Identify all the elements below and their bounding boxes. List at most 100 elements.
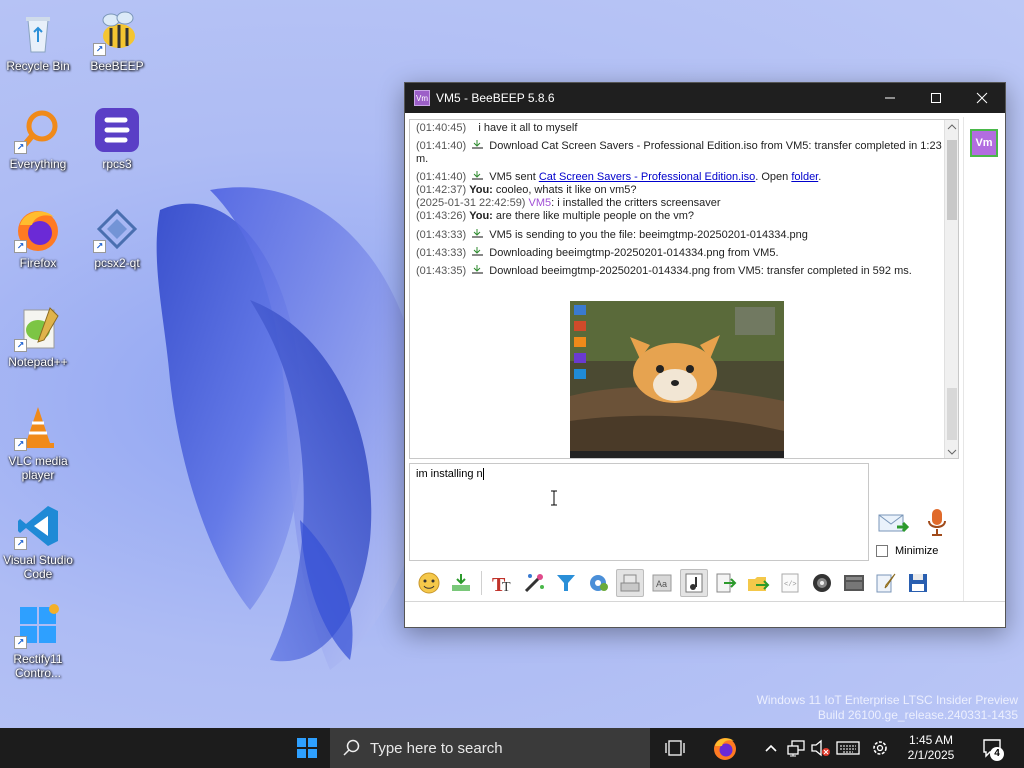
watermark-line: Windows 11 IoT Enterprise LTSC Insider P…: [756, 693, 1018, 707]
file-link[interactable]: Cat Screen Savers - Professional Edition…: [539, 171, 755, 183]
minimize-checkbox[interactable]: Minimize: [876, 545, 938, 557]
keyboard-tray-icon[interactable]: [834, 728, 862, 768]
task-view-button[interactable]: [656, 728, 694, 768]
send-file-button[interactable]: [447, 569, 475, 597]
folder-link[interactable]: folder: [791, 171, 818, 183]
vscode-icon: ↗: [14, 502, 62, 550]
film-icon: [844, 575, 864, 591]
message-text: .: [818, 171, 822, 183]
text-caret: [482, 468, 484, 481]
user-avatar[interactable]: Vm: [970, 129, 998, 157]
desktop-icon-vscode[interactable]: ↗ Visual Studio Code: [0, 502, 78, 581]
volume-tray-icon[interactable]: [808, 728, 834, 768]
buzz-button[interactable]: [680, 569, 708, 597]
scrollbar-track-segment: [947, 388, 957, 440]
message-sender: VM5: [528, 197, 552, 209]
search-placeholder: Type here to search: [370, 739, 503, 757]
maximize-button[interactable]: [913, 83, 959, 113]
message-timestamp: (01:41:40): [416, 171, 467, 183]
close-button[interactable]: [959, 83, 1005, 113]
title-bar[interactable]: Vm VM5 - BeeBEEP 5.8.6: [405, 83, 1005, 113]
send-mail-icon: [878, 514, 910, 533]
chat-history[interactable]: (01:40:45) i have it all to myself (01:4…: [409, 119, 959, 459]
desktop-icon-label: VLC media player: [8, 454, 68, 482]
screenshot-button[interactable]: [808, 569, 836, 597]
chat-message: (01:41:40) Download Cat Screen Savers - …: [410, 140, 958, 166]
desktop-icon-label: Everything: [9, 157, 67, 171]
start-button[interactable]: [287, 728, 327, 768]
scroll-up-icon[interactable]: [945, 121, 959, 133]
chevron-up-icon: [765, 744, 777, 752]
rpcs3-icon: [93, 106, 141, 154]
message-text: Download Cat Screen Savers - Professiona…: [416, 140, 942, 165]
desktop-icon-firefox[interactable]: ↗ Firefox: [0, 205, 78, 270]
desktop-icon-pcsx2[interactable]: ↗ pcsx2-qt: [77, 205, 157, 270]
save-disk-button[interactable]: [904, 569, 932, 597]
filter-button[interactable]: [552, 569, 580, 597]
received-image-preview[interactable]: [570, 301, 784, 458]
download-icon: [471, 265, 484, 275]
scroll-down-icon[interactable]: [945, 446, 959, 458]
minimize-button[interactable]: [867, 83, 913, 113]
send-button[interactable]: [877, 509, 911, 537]
network-tray-icon[interactable]: [784, 728, 808, 768]
settings-button[interactable]: [584, 569, 612, 597]
desktop-icon-label: pcsx2-qt: [94, 256, 140, 270]
floppy-disk-icon: [909, 574, 927, 592]
settings-tray-icon[interactable]: [866, 728, 894, 768]
desktop-icon-recycle-bin[interactable]: Recycle Bin: [0, 8, 78, 73]
music-note-icon: [685, 573, 703, 593]
minimize-icon: [885, 97, 895, 99]
message-text: : i installed the critters screensaver: [551, 197, 721, 209]
minimize-label: Minimize: [895, 545, 939, 557]
chat-message: (01:43:35) Download beeimgtmp-20250201-0…: [410, 265, 958, 278]
font-icon: TT: [492, 574, 511, 595]
chat-message: (2025-01-31 22:42:59) VM5: i installed t…: [410, 197, 958, 210]
desktop-icon-vlc[interactable]: ↗ VLC media player: [0, 403, 78, 482]
chat-scrollbar[interactable]: [944, 120, 958, 458]
taskbar-firefox-button[interactable]: [704, 728, 746, 768]
html-button[interactable]: </>: [776, 569, 804, 597]
os-watermark: Windows 11 IoT Enterprise LTSC Insider P…: [757, 693, 1018, 723]
font-color-button[interactable]: [520, 569, 548, 597]
message-text: i have it all to myself: [478, 122, 578, 134]
windows-logo-icon: [297, 738, 317, 758]
message-text: Downloading beeimgtmp-20250201-014334.pn…: [489, 247, 779, 259]
firefox-icon: [714, 738, 736, 760]
shortcut-arrow-icon: ↗: [14, 240, 27, 253]
voice-message-button[interactable]: [925, 507, 949, 537]
clear-chat-button[interactable]: Aa: [648, 569, 676, 597]
fox-image: [570, 301, 784, 458]
desktop-icon-notepadpp[interactable]: ↗ Notepad++: [0, 304, 78, 369]
desktop-icon-rectify11[interactable]: ↗ Rectify11 Contro...: [0, 601, 78, 680]
beebeep-chat-window[interactable]: Vm VM5 - BeeBEEP 5.8.6 (01:40:45) i have…: [404, 82, 1006, 628]
checkbox-box[interactable]: [876, 545, 888, 557]
emoticon-button[interactable]: [415, 569, 443, 597]
windows-logo-icon: ↗: [14, 601, 62, 649]
scrollbar-thumb[interactable]: [947, 140, 957, 220]
show-hidden-icons-button[interactable]: [760, 728, 782, 768]
desktop-icon-everything[interactable]: ↗ Everything: [0, 106, 78, 171]
gear-icon: [590, 575, 608, 591]
svg-text:</>: </>: [784, 581, 797, 589]
font-button[interactable]: TT: [488, 569, 516, 597]
save-chat-button[interactable]: [616, 569, 644, 597]
export-button[interactable]: [712, 569, 740, 597]
notepad-pencil-icon: [876, 573, 896, 593]
share-folder-button[interactable]: [744, 569, 772, 597]
desktop-icon-rpcs3[interactable]: rpcs3: [77, 106, 157, 171]
edit-button[interactable]: [872, 569, 900, 597]
taskbar-search-box[interactable]: Type here to search: [330, 728, 650, 768]
user-list-panel: Vm: [963, 117, 1005, 607]
desktop-icon-beebeep[interactable]: ↗ BeeBEEP: [77, 8, 157, 73]
notification-center-button[interactable]: 4: [972, 728, 1012, 768]
taskbar: Type here to search 1:45 AM 2/1/2025 4: [0, 728, 1024, 768]
message-text: . Open: [755, 171, 792, 183]
message-text: VM5 is sending to you the file: beeimgtm…: [489, 229, 808, 241]
message-timestamp: (2025-01-31 22:42:59): [416, 197, 526, 209]
message-input[interactable]: im installing n: [409, 463, 869, 561]
save-text-button[interactable]: [840, 569, 868, 597]
taskbar-clock[interactable]: 1:45 AM 2/1/2025: [896, 728, 966, 768]
gear-icon: [873, 741, 887, 755]
document-arrow-icon: [716, 573, 737, 593]
